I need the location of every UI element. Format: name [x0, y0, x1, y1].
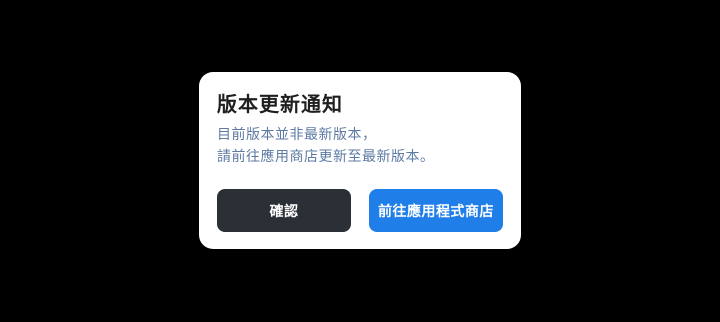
dialog-title: 版本更新通知: [217, 92, 343, 116]
confirm-button[interactable]: 確認: [217, 189, 351, 232]
dialog-message-line-2: 請前往應用商店更新至最新版本。: [217, 149, 435, 165]
update-notice-dialog: 版本更新通知 目前版本並非最新版本， 請前往應用商店更新至最新版本。 確認 前往…: [199, 72, 521, 249]
dialog-message: 目前版本並非最新版本， 請前往應用商店更新至最新版本。: [217, 124, 503, 168]
go-to-app-store-button[interactable]: 前往應用程式商店: [369, 189, 503, 232]
dialog-actions: 確認 前往應用程式商店: [217, 189, 503, 232]
screen-backdrop: 版本更新通知 目前版本並非最新版本， 請前往應用商店更新至最新版本。 確認 前往…: [0, 0, 720, 322]
dialog-message-line-1: 目前版本並非最新版本，: [217, 127, 377, 143]
